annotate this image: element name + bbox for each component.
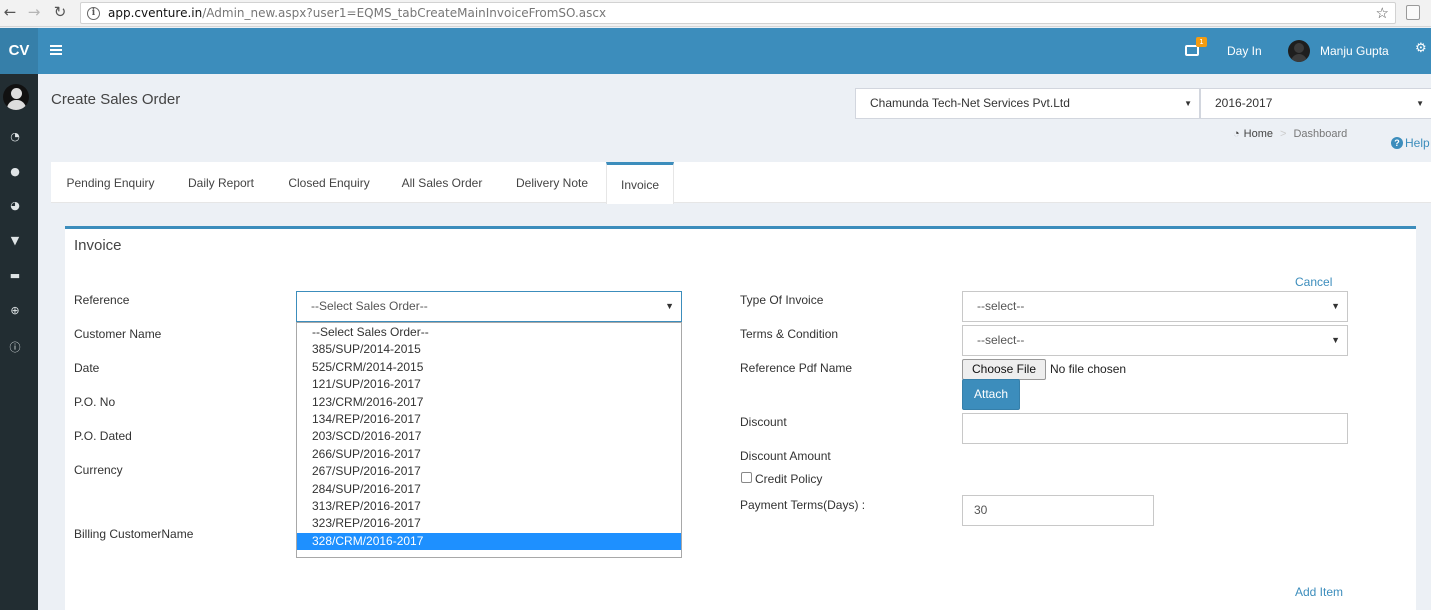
chevron-down-icon: ▼: [1331, 335, 1340, 345]
dashboard-home-icon: ◔: [1233, 128, 1240, 140]
reload-icon[interactable]: ↻: [50, 3, 70, 21]
url-path: /Admin_new.aspx?user1=EQMS_tabCreateMain…: [202, 6, 607, 20]
dropdown-option[interactable]: --Select Sales Order--: [297, 324, 681, 341]
company-select[interactable]: Chamunda Tech-Net Services Pvt.Ltd ▼: [855, 88, 1200, 119]
back-arrow-icon[interactable]: ←: [0, 3, 20, 21]
help-link[interactable]: ? Help: [1391, 136, 1430, 150]
breadcrumb-home[interactable]: Home: [1244, 128, 1273, 140]
payment-terms-input[interactable]: 30: [962, 495, 1154, 526]
tab-closed-enquiry[interactable]: Closed Enquiry: [272, 162, 386, 203]
payment-terms-label: Payment Terms(Days) :: [740, 498, 866, 512]
po-dated-label: P.O. Dated: [74, 429, 132, 443]
breadcrumb: ◔ Home > Dashboard: [1233, 128, 1347, 140]
question-circle-icon: ?: [1391, 137, 1403, 149]
terms-condition-label: Terms & Condition: [740, 327, 839, 341]
reference-select-value: --Select Sales Order--: [311, 299, 428, 313]
po-no-label: P.O. No: [74, 395, 116, 409]
currency-label: Currency: [74, 463, 123, 477]
year-select[interactable]: 2016-2017 ▼: [1200, 88, 1431, 119]
help-label: Help: [1405, 136, 1430, 150]
page-title: Create Sales Order: [51, 91, 181, 108]
day-in-link[interactable]: Day In: [1227, 44, 1262, 58]
cancel-link[interactable]: Cancel: [1295, 275, 1332, 289]
reference-select[interactable]: --Select Sales Order-- ▼: [296, 291, 682, 322]
dropdown-option[interactable]: 385/SUP/2014-2015: [297, 341, 681, 358]
settings-gears-icon[interactable]: ⚙: [1415, 41, 1427, 56]
info-circle-icon[interactable]: ⓘ: [0, 339, 30, 355]
user-icon[interactable]: ●: [0, 165, 30, 178]
type-of-invoice-label: Type Of Invoice: [740, 293, 824, 307]
discount-input[interactable]: [962, 413, 1348, 444]
app-logo[interactable]: CV: [0, 28, 38, 74]
credit-policy-label: Credit Policy: [755, 472, 823, 486]
tab-bar: Pending Enquiry Daily Report Closed Enqu…: [51, 162, 1431, 204]
type-of-invoice-select[interactable]: --select-- ▼: [962, 291, 1348, 322]
bookmark-star-icon[interactable]: ☆: [1376, 4, 1389, 22]
url-host: app.cventure.in: [108, 6, 203, 20]
address-bar[interactable]: i app.cventure.in /Admin_new.aspx?user1=…: [80, 2, 1396, 24]
dropdown-option[interactable]: 123/CRM/2016-2017: [297, 394, 681, 411]
tab-pending-enquiry[interactable]: Pending Enquiry: [51, 162, 170, 203]
app-header: CV 1 Day In Manju Gupta ⚙: [0, 28, 1431, 74]
dropdown-option[interactable]: 121/SUP/2016-2017: [297, 376, 681, 393]
dropdown-option[interactable]: 134/REP/2016-2017: [297, 411, 681, 428]
date-label: Date: [74, 361, 100, 375]
discount-label: Discount: [740, 415, 787, 429]
user-name[interactable]: Manju Gupta: [1320, 44, 1389, 58]
user-avatar[interactable]: [1288, 40, 1310, 62]
breadcrumb-separator: >: [1280, 128, 1287, 140]
notification-badge: 1: [1196, 37, 1207, 47]
credit-policy-checkbox[interactable]: [741, 472, 752, 483]
panel-title: Invoice: [74, 237, 122, 254]
tab-delivery-note[interactable]: Delivery Note: [498, 162, 606, 203]
credit-card-icon[interactable]: ▬: [0, 269, 30, 282]
browser-toolbar: ← → ↻ i app.cventure.in /Admin_new.aspx?…: [0, 0, 1431, 27]
chevron-down-icon: ▼: [1416, 99, 1424, 108]
dropdown-option[interactable]: 203/SCD/2016-2017: [297, 428, 681, 445]
billing-customer-name-label: Billing CustomerName: [74, 527, 194, 541]
cart-icon[interactable]: ▼: [0, 234, 30, 247]
dropdown-option[interactable]: 313/REP/2016-2017: [297, 498, 681, 515]
attach-button[interactable]: Attach: [962, 379, 1020, 410]
add-item-link[interactable]: Add Item: [1295, 585, 1343, 599]
reference-label: Reference: [74, 293, 130, 307]
breadcrumb-current: Dashboard: [1293, 128, 1348, 140]
company-select-value: Chamunda Tech-Net Services Pvt.Ltd: [870, 96, 1070, 110]
globe-icon[interactable]: ⊕: [0, 304, 30, 317]
info-icon[interactable]: i: [87, 6, 100, 20]
dropdown-option-highlighted[interactable]: 328/CRM/2016-2017: [297, 532, 681, 551]
choose-file-button[interactable]: Choose File: [962, 359, 1046, 380]
chevron-down-icon: ▼: [665, 301, 674, 311]
dropdown-option[interactable]: 267/SUP/2016-2017: [297, 463, 681, 480]
discount-amount-label: Discount Amount: [740, 449, 831, 463]
forward-arrow-icon[interactable]: →: [24, 3, 44, 21]
dropdown-option[interactable]: 323/REP/2016-2017: [297, 515, 681, 532]
reference-dropdown-list: --Select Sales Order-- 385/SUP/2014-2015…: [296, 322, 682, 558]
tab-all-sales-order[interactable]: All Sales Order: [386, 162, 498, 203]
customer-name-label: Customer Name: [74, 327, 162, 341]
terms-condition-value: --select--: [977, 333, 1025, 347]
dropdown-option[interactable]: 284/SUP/2016-2017: [297, 481, 681, 498]
sidebar-avatar: [3, 84, 29, 110]
chevron-down-icon: ▼: [1184, 99, 1192, 108]
type-of-invoice-value: --select--: [977, 299, 1025, 313]
terms-condition-select[interactable]: --select-- ▼: [962, 325, 1348, 356]
dashboard-icon[interactable]: ◔: [0, 130, 30, 143]
file-status: No file chosen: [1050, 362, 1127, 376]
dropdown-option[interactable]: 525/CRM/2014-2015: [297, 359, 681, 376]
reference-pdf-label: Reference Pdf Name: [740, 361, 853, 375]
dropdown-option[interactable]: 266/SUP/2016-2017: [297, 446, 681, 463]
extension-icon[interactable]: [1406, 5, 1420, 20]
chevron-down-icon: ▼: [1331, 301, 1340, 311]
tab-daily-report[interactable]: Daily Report: [170, 162, 272, 203]
sidebar: ◔ ● ◕ ▼ ▬ ⊕ ⓘ: [0, 74, 38, 610]
tab-invoice[interactable]: Invoice: [606, 162, 674, 204]
menu-toggle-icon[interactable]: [50, 45, 62, 55]
pie-chart-icon[interactable]: ◕: [0, 199, 30, 212]
year-select-value: 2016-2017: [1215, 96, 1273, 110]
